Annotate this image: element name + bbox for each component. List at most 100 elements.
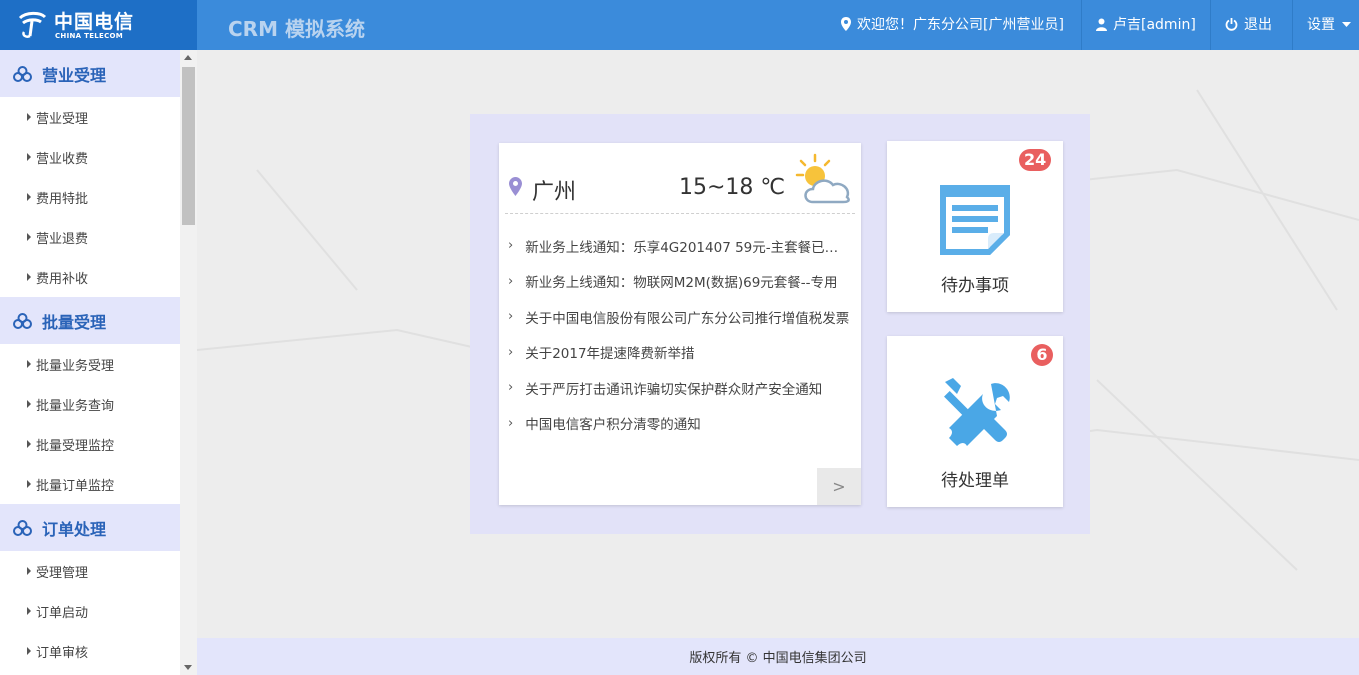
pending-count-badge: 6 xyxy=(1031,344,1053,366)
sidebar-group-label: 批量受理 xyxy=(42,312,107,332)
sidebar-group-business[interactable]: 营业受理 xyxy=(0,50,180,97)
news-item[interactable]: › 新业务上线通知：物联网M2M(数据)69元套餐--专用 xyxy=(499,264,861,300)
chevron-right-icon: › xyxy=(508,344,514,360)
sidebar-item-label: 批量业务查询 xyxy=(36,398,115,414)
caret-right-icon xyxy=(27,113,31,121)
news-item-title: 新业务上线通知：物联网M2M(数据)69元套餐--专用 xyxy=(525,275,838,292)
caret-right-icon xyxy=(27,647,31,655)
sidebar-item-fee-supplement[interactable]: 费用补收 xyxy=(0,257,180,297)
news-item[interactable]: › 关于中国电信股份有限公司广东分公司推行增值税发票 xyxy=(499,299,861,335)
sidebar-item-fee-approval[interactable]: 费用特批 xyxy=(0,177,180,217)
news-item-title: 中国电信客户积分清零的通知 xyxy=(525,417,701,434)
caret-right-icon xyxy=(27,567,31,575)
news-item-title: 关于严厉打击通讯诈骗切实保护群众财产安全通知 xyxy=(525,381,823,398)
sidebar-item-label: 营业受理 xyxy=(36,111,89,127)
sidebar-item-batch-accept[interactable]: 批量业务受理 xyxy=(0,344,180,384)
caret-right-icon xyxy=(27,273,31,281)
user-menu[interactable]: 卢吉[admin] xyxy=(1081,0,1210,50)
sidebar-group-label: 营业受理 xyxy=(42,65,107,85)
sidebar-item-batch-query[interactable]: 批量业务查询 xyxy=(0,384,180,424)
sidebar-item-label: 受理管理 xyxy=(36,565,89,581)
news-item[interactable]: › 关于严厉打击通讯诈骗切实保护群众财产安全通知 xyxy=(499,370,861,406)
sidebar-item-order-review[interactable]: 订单审核 xyxy=(0,631,180,671)
sidebar-group-batch[interactable]: 批量受理 xyxy=(0,297,180,344)
caret-right-icon xyxy=(27,607,31,615)
sidebar-item-label: 批量订单监控 xyxy=(36,478,115,494)
logo-text-en: CHINA TELECOM xyxy=(55,32,124,40)
todo-tile-label: 待办事项 xyxy=(941,276,1009,296)
power-icon xyxy=(1225,18,1238,31)
main-content: 广州 15~18 ℃ › 新业务上线通知：乐享4G201407 59元-主套餐已上… xyxy=(197,50,1359,638)
document-list-icon xyxy=(940,185,1010,255)
scroll-down-arrow-icon[interactable] xyxy=(184,665,192,670)
chevron-right-icon: › xyxy=(508,238,514,254)
news-item-title: 新业务上线通知：乐享4G201407 59元-主套餐已上线 xyxy=(525,239,851,256)
sidebar-item-batch-order-monitor[interactable]: 批量订单监控 xyxy=(0,464,180,504)
sidebar-item-batch-monitor[interactable]: 批量受理监控 xyxy=(0,424,180,464)
todo-count-badge: 24 xyxy=(1019,149,1052,171)
user-label: 卢吉[admin] xyxy=(1113,17,1196,33)
top-header: 中国电信 CHINA TELECOM CRM 模拟系统 欢迎您！广东分公司[广州… xyxy=(0,0,1359,50)
sidebar-item-label: 营业退费 xyxy=(36,231,89,247)
sidebar-item-accept-manage[interactable]: 受理管理 xyxy=(0,551,180,591)
news-list: › 新业务上线通知：乐享4G201407 59元-主套餐已上线 › 新业务上线通知：… xyxy=(499,228,861,441)
news-item-title: 关于中国电信股份有限公司广东分公司推行增值税发票 xyxy=(525,310,850,327)
sidebar-item-business-charge[interactable]: 营业收费 xyxy=(0,137,180,177)
caret-right-icon xyxy=(27,233,31,241)
scroll-up-arrow-icon[interactable] xyxy=(184,55,192,60)
sidebar-item-label: 批量业务受理 xyxy=(36,358,115,374)
copyright-text: 版权所有 © 中国电信集团公司 xyxy=(689,651,867,666)
sidebar-item-label: 订单启动 xyxy=(36,605,89,621)
settings-label: 设置 xyxy=(1307,17,1335,33)
welcome-label: 欢迎您！广东分公司[广州营业员] xyxy=(857,17,1064,33)
welcome-text: 欢迎您！广东分公司[广州营业员] xyxy=(827,0,1078,50)
partly-cloudy-icon xyxy=(795,153,850,204)
scroll-thumb[interactable] xyxy=(182,67,195,225)
sidebar-item-label: 营业收费 xyxy=(36,151,89,167)
sidebar-item-label: 费用特批 xyxy=(36,191,89,207)
location-pin-icon xyxy=(509,177,522,196)
chevron-right-icon: › xyxy=(508,309,514,325)
chevron-right-icon: › xyxy=(508,273,514,289)
caret-right-icon xyxy=(27,360,31,368)
chevron-right-icon: › xyxy=(508,415,514,431)
sidebar-group-orders[interactable]: 订单处理 xyxy=(0,504,180,551)
sidebar-item-label: 订单审核 xyxy=(36,645,89,661)
footer: 版权所有 © 中国电信集团公司 xyxy=(197,638,1359,675)
cubes-icon xyxy=(13,312,32,329)
sidebar-item-order-start[interactable]: 订单启动 xyxy=(0,591,180,631)
news-divider xyxy=(505,213,855,214)
location-pin-icon xyxy=(841,17,851,31)
caret-right-icon xyxy=(27,480,31,488)
logo-text-cn: 中国电信 xyxy=(54,11,135,33)
news-item[interactable]: › 关于2017年提速降费新举措 xyxy=(499,335,861,371)
caret-right-icon xyxy=(27,193,31,201)
sidebar-item-business-accept[interactable]: 营业受理 xyxy=(0,97,180,137)
caret-down-icon xyxy=(1342,22,1352,27)
sidebar-item-business-refund[interactable]: 营业退费 xyxy=(0,217,180,257)
caret-right-icon xyxy=(27,153,31,161)
news-item[interactable]: › 新业务上线通知：乐享4G201407 59元-主套餐已上线 xyxy=(499,228,861,264)
sidebar-scrollbar[interactable] xyxy=(180,50,197,675)
app-title: CRM 模拟系统 xyxy=(228,17,365,41)
pending-orders-tile[interactable]: 6 待处理单 xyxy=(887,336,1063,507)
news-more-button[interactable]: > xyxy=(817,468,861,505)
sidebar-item-label: 批量受理监控 xyxy=(36,438,115,454)
sidebar-item-label: 费用补收 xyxy=(36,271,89,287)
sidebar: 营业受理 营业受理 营业收费 费用特批 营业退费 费用补收 批量受理 批量业务受… xyxy=(0,50,180,675)
news-item[interactable]: › 中国电信客户积分清零的通知 xyxy=(499,406,861,442)
china-telecom-logo-icon xyxy=(18,11,47,38)
tools-icon xyxy=(944,378,1010,446)
weather-city: 广州 xyxy=(532,180,577,205)
settings-menu[interactable]: 设置 xyxy=(1292,0,1359,50)
caret-right-icon xyxy=(27,400,31,408)
news-card: 广州 15~18 ℃ › 新业务上线通知：乐享4G201407 59元-主套餐已上… xyxy=(499,143,861,505)
sidebar-group-label: 订单处理 xyxy=(42,519,107,539)
cubes-icon xyxy=(13,65,32,82)
todo-tile[interactable]: 24 待办事项 xyxy=(887,141,1063,312)
weather-temp: 15~18 ℃ xyxy=(679,175,786,200)
logout-button[interactable]: 退出 xyxy=(1210,0,1286,50)
logout-label: 退出 xyxy=(1244,17,1272,33)
logo[interactable]: 中国电信 CHINA TELECOM xyxy=(0,0,197,50)
cubes-icon xyxy=(13,519,32,536)
